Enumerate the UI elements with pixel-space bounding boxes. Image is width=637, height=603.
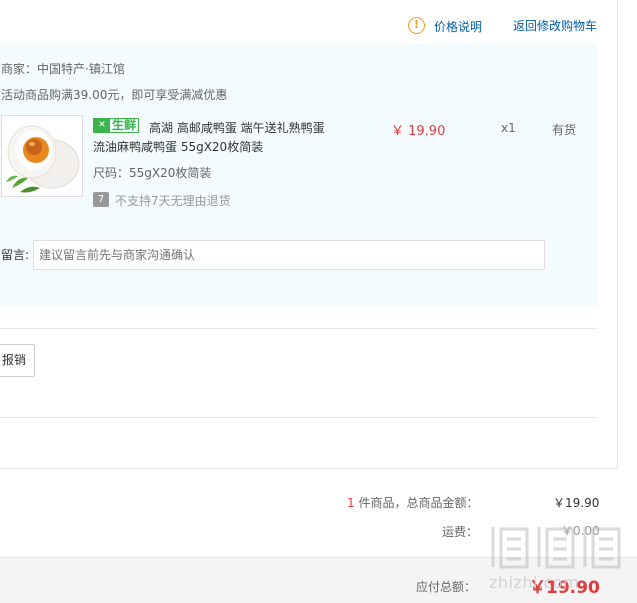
back-to-cart-link[interactable]: 返回修改购物车 xyxy=(513,17,597,34)
shipping-label: 运费： xyxy=(442,525,479,539)
item-price: ￥ 19.90 xyxy=(391,124,446,139)
seller-name: 商家：中国特产·镇江馆 xyxy=(1,62,125,76)
payable-label: 应付总额： xyxy=(416,580,477,594)
no-return-icon: 7 xyxy=(93,192,109,207)
fresh-badge-label: 生鲜 xyxy=(112,118,137,132)
salted-duck-egg-image xyxy=(2,116,82,196)
product-spec: 尺码：55gX20枚简装 xyxy=(93,166,212,180)
remark-input[interactable] xyxy=(33,240,545,270)
product-title-line1[interactable]: 高湖 高邮咸鸭蛋 端午送礼熟鸭蛋 xyxy=(149,119,325,136)
remark-label: 留言: xyxy=(1,248,30,262)
item-quantity: x1 xyxy=(501,121,516,135)
fresh-badge: ✕ 生鲜 xyxy=(93,118,140,133)
order-frame-bottom-border xyxy=(0,468,618,469)
no-return-notice: 不支持7天无理由退货 xyxy=(115,194,231,208)
item-stock-status: 有货 xyxy=(552,123,577,137)
goods-total-value: ￥19.90 xyxy=(553,496,600,510)
item-count-text: 件商品，总商品金额： xyxy=(354,496,479,510)
price-explanation-link[interactable]: 价格说明 xyxy=(434,18,482,35)
promo-text: 活动商品购满39.00元，即可享受满减优惠 xyxy=(1,88,228,102)
divider xyxy=(0,417,597,418)
product-title-line2[interactable]: 流油麻鸭咸鸭蛋 55gX20枚简装 xyxy=(93,138,263,155)
item-count: 1 xyxy=(347,496,355,510)
watermark-logo xyxy=(491,527,621,569)
watermark-text: zhizhi.com xyxy=(489,573,580,592)
divider xyxy=(0,328,597,329)
item-count-summary: 1 件商品，总商品金额： xyxy=(347,494,478,511)
reimburse-button[interactable]: 报销 xyxy=(0,344,35,377)
order-frame-right-border xyxy=(617,0,618,468)
fork-knife-icon: ✕ xyxy=(94,119,110,132)
info-icon: ! xyxy=(408,17,425,34)
product-thumbnail[interactable] xyxy=(1,115,83,197)
